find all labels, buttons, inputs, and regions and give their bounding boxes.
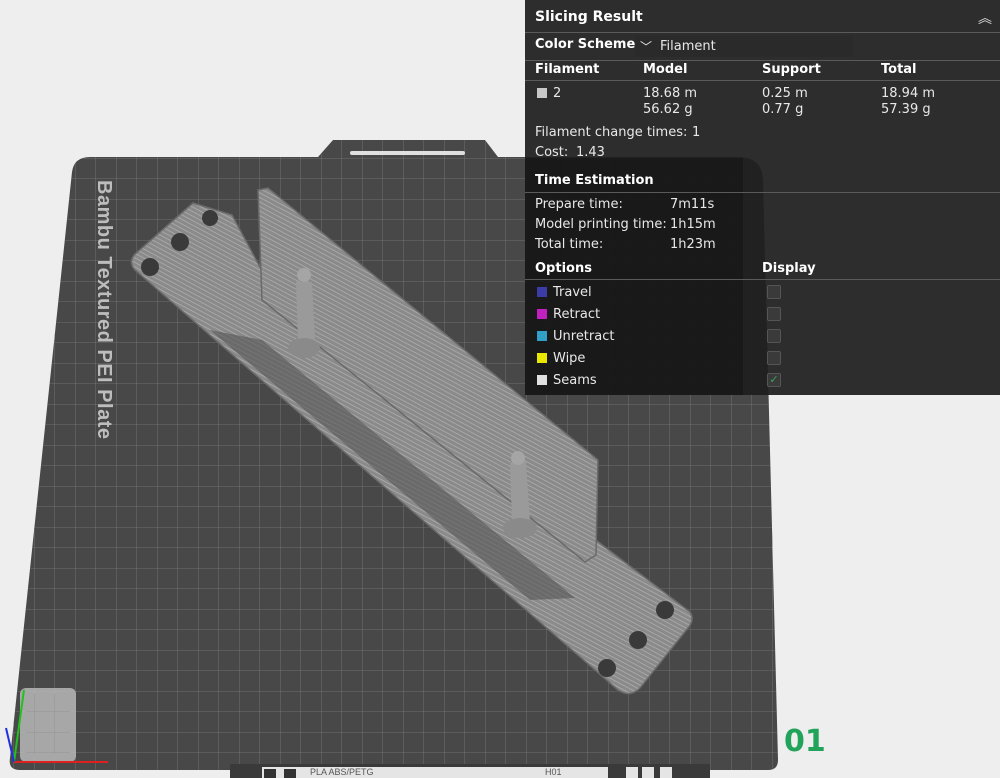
support-length: 0.25 m [762,86,808,101]
total-weight: 57.39 g [881,102,931,117]
time-estimation-panel: Time Estimation Prepare time: 7m11s Mode… [525,158,1000,395]
option-wipe: Wipe [553,351,586,366]
options-header: Options [535,261,592,276]
color-scheme-dropdown[interactable]: ﹀ Filament [635,36,853,57]
col-model: Model [643,62,688,77]
option-seams: Seams [553,373,597,388]
unretract-swatch [537,331,547,341]
prepare-time-value: 7m11s [670,197,715,212]
plate-filament-tag[interactable]: PLA ABS/PETG [310,767,374,777]
filament-change-label: Filament change times: [535,125,688,140]
option-retract: Retract [553,307,601,322]
retract-checkbox[interactable] [767,307,781,321]
filament-swatch [537,88,547,98]
retract-swatch [537,309,547,319]
plate-toolbar [230,764,710,778]
plate-number[interactable]: 01 [784,724,826,759]
checkmark-icon: ✓ [769,373,779,386]
unretract-checkbox[interactable] [767,329,781,343]
total-time-value: 1h23m [670,237,716,252]
prepare-time-label: Prepare time: [535,197,623,212]
seams-checkbox[interactable]: ✓ [767,373,781,387]
col-total: Total [881,62,917,77]
model-time-label: Model printing time: [535,217,667,232]
option-travel: Travel [553,285,592,300]
color-scheme-label: Color Scheme [535,37,636,52]
collapse-icon[interactable]: ︽ [978,8,992,28]
model-weight: 56.62 g [643,102,693,117]
total-time-label: Total time: [535,237,604,252]
panel-title: Slicing Result [535,9,643,25]
time-estimation-title: Time Estimation [535,173,654,188]
col-support: Support [762,62,821,77]
wipe-checkbox[interactable] [767,351,781,365]
travel-checkbox[interactable] [767,285,781,299]
support-weight: 0.77 g [762,102,804,117]
filament-id: 2 [553,86,562,101]
option-unretract: Unretract [553,329,615,344]
bed-label: Bambu Textured PEI Plate [93,180,115,440]
model-time-value: 1h15m [670,217,716,232]
color-scheme-value: Filament [660,39,716,54]
chevron-down-icon: ﹀ [640,40,653,54]
col-filament: Filament [535,62,600,77]
model-length: 18.68 m [643,86,698,101]
wipe-swatch [537,353,547,363]
display-header: Display [762,261,816,276]
plate-badge[interactable]: H01 [545,767,562,777]
filament-change-value: 1 [692,125,701,140]
total-length: 18.94 m [881,86,936,101]
seams-swatch [537,375,547,385]
travel-swatch [537,287,547,297]
